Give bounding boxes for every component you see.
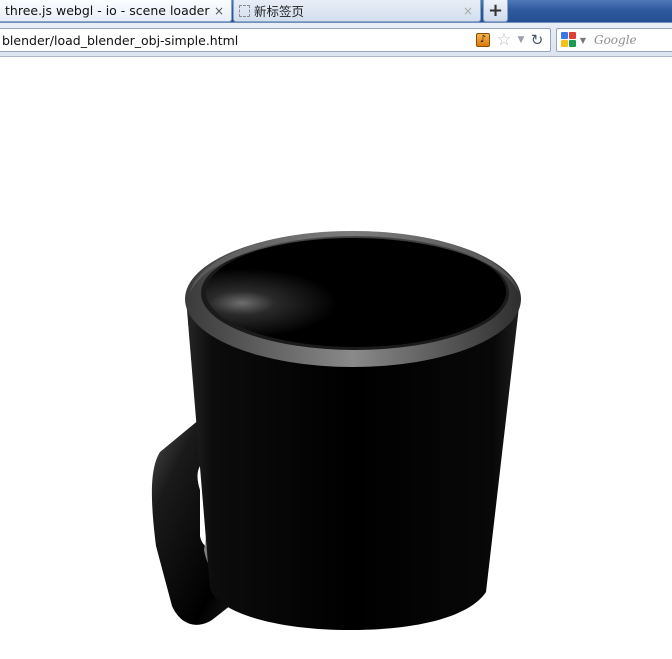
mug-interior	[206, 237, 506, 347]
google-icon[interactable]	[561, 32, 577, 48]
mug-model	[151, 230, 521, 630]
webgl-canvas[interactable]	[0, 58, 672, 659]
tab-strip: three.js webgl - io - scene loader [ble.…	[0, 0, 672, 23]
url-text[interactable]: blender/load_blender_obj-simple.html	[0, 33, 476, 48]
search-engine-dropdown-icon[interactable]: ▼	[578, 36, 588, 45]
close-tab-icon[interactable]: ×	[211, 4, 227, 18]
reload-icon[interactable]: ↻	[528, 32, 546, 48]
music-icon[interactable]: ♪	[476, 33, 490, 47]
search-input[interactable]	[588, 33, 672, 47]
browser-window: three.js webgl - io - scene loader [ble.…	[0, 0, 672, 659]
tab-new-tab[interactable]: 新标签页 ×	[233, 0, 481, 22]
new-tab-button[interactable]: +	[483, 0, 508, 22]
navigation-toolbar: blender/load_blender_obj-simple.html ♪ ☆…	[0, 23, 672, 57]
tab-three-js[interactable]: three.js webgl - io - scene loader [ble.…	[0, 0, 232, 22]
search-bar[interactable]: ▼	[556, 28, 672, 52]
history-dropdown-icon[interactable]: ▼	[514, 35, 528, 45]
page-viewport	[0, 58, 672, 659]
close-tab-icon[interactable]: ×	[460, 4, 476, 18]
tab-title: three.js webgl - io - scene loader [ble.…	[5, 3, 211, 18]
tab-title: 新标签页	[254, 4, 305, 19]
blank-page-icon	[239, 4, 250, 17]
address-bar[interactable]: blender/load_blender_obj-simple.html ♪ ☆…	[0, 28, 551, 52]
star-icon[interactable]: ☆	[496, 31, 512, 49]
